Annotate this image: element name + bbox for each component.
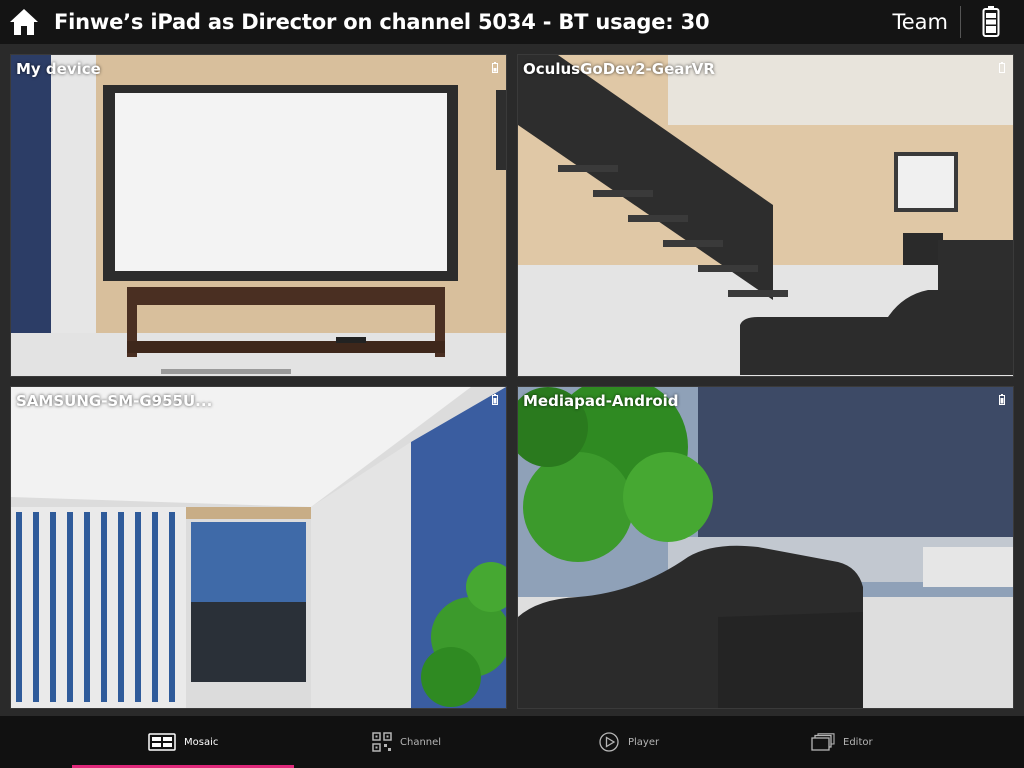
device-tile-samsung[interactable]: SAMSUNG-SM-G955U... [10,386,507,709]
bottom-tab-bar: Mosaic Channel Player Editor [0,716,1024,768]
play-circle-icon [599,732,619,752]
tab-label: Player [628,736,660,748]
home-icon [10,9,38,35]
vr-scene-preview [11,55,506,376]
tab-channel[interactable]: Channel [372,716,441,768]
vr-scene-preview [518,55,1013,376]
battery-icon [982,6,1000,37]
device-tile-my-device[interactable]: My device [10,54,507,377]
page-title: Finwe’s iPad as Director on channel 5034… [54,10,710,34]
tab-player[interactable]: Player [598,716,659,768]
battery-icon [492,394,498,405]
tile-label: My device [16,60,101,78]
tab-editor[interactable]: Editor [811,716,873,768]
tile-label: SAMSUNG-SM-G955U... [16,392,213,410]
device-tile-oculus[interactable]: OculusGoDev2-GearVR [517,54,1014,377]
battery-icon [999,394,1005,405]
tab-label: Editor [843,736,873,748]
battery-icon [999,62,1005,73]
stacked-pages-icon [811,733,835,751]
qr-code-icon [372,732,392,752]
toolbar-divider [960,6,961,38]
tile-label: Mediapad-Android [523,392,679,410]
home-button[interactable] [2,0,46,44]
battery-icon [492,62,498,73]
mosaic-icon [148,733,176,751]
vr-scene-preview [11,387,506,708]
tile-label: OculusGoDev2-GearVR [523,60,715,78]
top-bar: Finwe’s iPad as Director on channel 5034… [0,0,1024,44]
device-tile-mediapad[interactable]: Mediapad-Android [517,386,1014,709]
tab-label: Mosaic [184,736,219,748]
team-button[interactable]: Team [892,0,948,44]
vr-scene-preview [518,387,1013,708]
mosaic-grid: My device OculusGoDev2-GearVR SAMSUNG-SM… [0,44,1024,716]
tab-mosaic[interactable]: Mosaic [148,716,218,768]
tab-label: Channel [400,736,442,748]
